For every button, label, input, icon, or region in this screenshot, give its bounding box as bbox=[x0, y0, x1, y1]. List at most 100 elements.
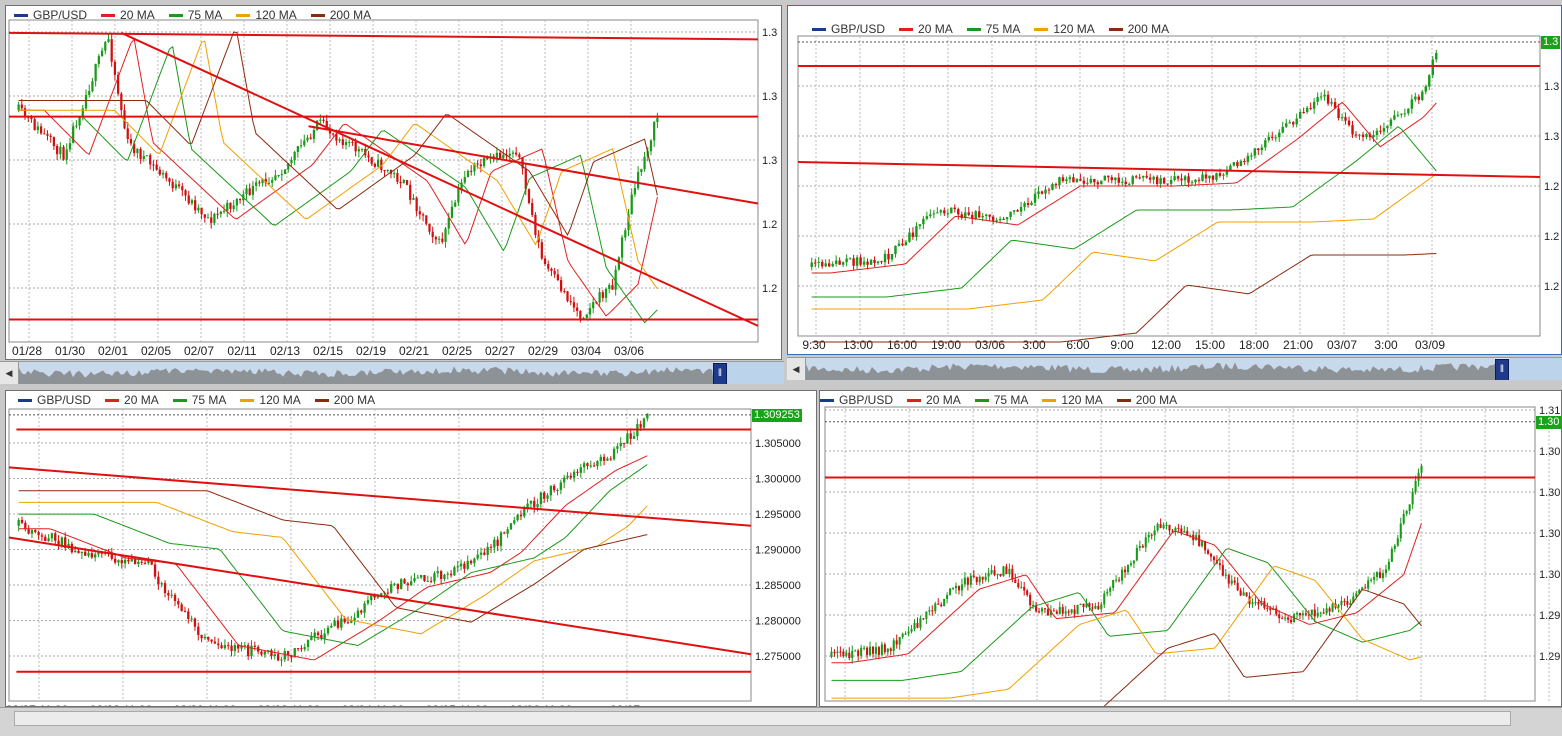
candle bbox=[901, 633, 904, 638]
scrollbar-top-right[interactable]: ◀ ‖ bbox=[787, 357, 1562, 380]
candle bbox=[341, 139, 344, 146]
candle bbox=[932, 213, 936, 215]
candle bbox=[1281, 618, 1284, 620]
candle bbox=[113, 558, 117, 563]
candle bbox=[1242, 592, 1245, 596]
candle bbox=[449, 573, 453, 576]
candle bbox=[1008, 568, 1011, 574]
candle bbox=[425, 215, 428, 224]
candle bbox=[213, 641, 217, 644]
candle bbox=[210, 217, 213, 223]
scroll-thumb-top-left[interactable]: ‖ bbox=[713, 363, 727, 384]
candle bbox=[943, 210, 946, 214]
scroll-thumb-top-right[interactable]: ‖ bbox=[1495, 359, 1509, 380]
candle bbox=[842, 651, 845, 656]
candle bbox=[426, 580, 429, 582]
candle bbox=[1414, 480, 1417, 492]
candle bbox=[949, 588, 952, 595]
scroll-left-arrow-icon[interactable]: ◀ bbox=[787, 358, 806, 380]
candle bbox=[255, 182, 258, 186]
y-axis-label: 1.29 bbox=[1539, 610, 1560, 622]
chart-canvas-bottom-right[interactable]: 1.311.301.301.301.301.291.29 bbox=[820, 391, 1562, 707]
candle bbox=[566, 291, 569, 302]
candle bbox=[975, 577, 978, 583]
candle bbox=[181, 186, 184, 191]
candle bbox=[1340, 600, 1343, 606]
candle bbox=[1305, 107, 1309, 113]
candle bbox=[165, 173, 168, 179]
candle bbox=[871, 646, 875, 654]
candle bbox=[966, 577, 969, 585]
candle bbox=[1072, 177, 1075, 183]
candle bbox=[117, 560, 120, 563]
candle bbox=[253, 645, 256, 647]
candle bbox=[892, 640, 895, 651]
candle bbox=[1224, 574, 1227, 576]
candle bbox=[656, 117, 659, 123]
candle bbox=[1089, 179, 1093, 183]
chart-panel-top-right[interactable]: 1.3 1.3 1.2 1.2 1.2 9:30 13:00 16:00 19:00 03/06 3… bbox=[787, 5, 1562, 355]
bottom-scroll-strip[interactable] bbox=[0, 707, 1562, 736]
candle bbox=[550, 268, 553, 271]
candle bbox=[323, 633, 326, 639]
candle bbox=[988, 214, 991, 217]
ma-20-line bbox=[831, 522, 1422, 664]
candle bbox=[649, 140, 653, 152]
candle bbox=[1378, 572, 1382, 579]
candle bbox=[599, 456, 602, 462]
scroll-left-arrow-icon[interactable]: ◀ bbox=[0, 362, 19, 384]
x-axis-label: 3:00 bbox=[1374, 338, 1398, 352]
candle bbox=[515, 152, 518, 155]
chart-panel-top-left[interactable]: 1.3 1.3 1.3 1.2 1.2 01/28 01/30 02/01 02/05 02/07… bbox=[5, 5, 782, 360]
candle bbox=[576, 307, 579, 312]
candle bbox=[1278, 132, 1281, 138]
chart-canvas-top-right[interactable]: 1.3 1.3 1.2 1.2 1.2 9:30 13:00 16:00 19:00 03/06 3… bbox=[788, 6, 1562, 355]
candle bbox=[1052, 610, 1055, 612]
candle bbox=[482, 157, 486, 167]
candle bbox=[232, 205, 235, 209]
legend-item: GBP/USD bbox=[18, 393, 91, 407]
legend-item: 120 MA bbox=[236, 8, 297, 22]
candle bbox=[904, 241, 908, 246]
candle bbox=[129, 139, 133, 144]
candle bbox=[1304, 613, 1307, 615]
candle bbox=[1141, 545, 1144, 548]
candle bbox=[549, 485, 553, 496]
candle bbox=[149, 155, 152, 165]
candle bbox=[267, 182, 271, 184]
chart-panel-bottom-left[interactable]: 1.305000 1.300000 1.295000 1.290000 1.285000… bbox=[5, 390, 817, 707]
candle bbox=[210, 639, 213, 642]
legend-item: 200 MA bbox=[1116, 393, 1177, 407]
candle bbox=[1257, 148, 1260, 151]
chart-canvas-top-left[interactable]: 1.3 1.3 1.3 1.2 1.2 01/28 01/30 02/01 02/05 02/07… bbox=[6, 6, 782, 360]
horizontal-scrollbar[interactable] bbox=[14, 711, 1511, 726]
candle bbox=[416, 577, 419, 579]
legend-label: 75 MA bbox=[985, 22, 1021, 36]
candle bbox=[1278, 614, 1281, 619]
candle bbox=[145, 155, 149, 157]
candle bbox=[1064, 611, 1067, 614]
x-axis-label: 03/06 bbox=[614, 344, 644, 358]
candle bbox=[200, 634, 203, 639]
candle bbox=[991, 216, 995, 221]
candle bbox=[1420, 465, 1423, 473]
candle bbox=[133, 559, 137, 565]
candle bbox=[84, 551, 87, 556]
candle bbox=[547, 264, 550, 269]
candle bbox=[859, 257, 862, 265]
candle bbox=[518, 154, 521, 158]
candle bbox=[957, 585, 961, 591]
ma-120-line bbox=[18, 501, 648, 635]
candle bbox=[890, 254, 894, 260]
candle bbox=[403, 579, 406, 584]
chart-panel-bottom-right[interactable]: 1.31 1.30 1.30 1.30 1.30 1.29 1.29 GBP/USD 20 M… bbox=[819, 390, 1562, 707]
candle bbox=[158, 169, 161, 175]
legend-swatch bbox=[314, 398, 329, 402]
candle bbox=[94, 554, 97, 558]
scrollbar-top-left[interactable]: ◀ ‖ bbox=[0, 361, 784, 384]
candle bbox=[1155, 176, 1159, 185]
chart-canvas-bottom-left[interactable]: 1.305000 1.300000 1.295000 1.290000 1.285000… bbox=[6, 391, 817, 707]
candle bbox=[1093, 179, 1096, 183]
candle bbox=[139, 148, 142, 160]
candle bbox=[1147, 534, 1150, 538]
